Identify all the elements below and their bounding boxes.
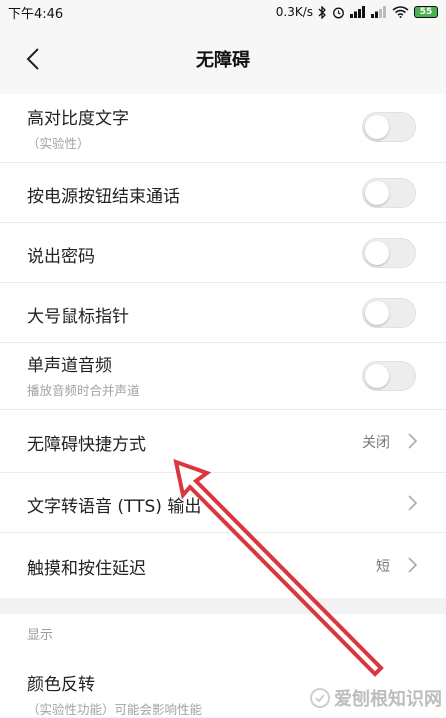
signal-icon <box>350 6 365 18</box>
speak-passwords-toggle[interactable] <box>362 238 416 268</box>
section-header-display: 显示 <box>0 614 446 652</box>
page-title: 无障碍 <box>196 50 250 71</box>
setting-touch-hold-delay[interactable]: 触摸和按住延迟 短 <box>0 533 446 598</box>
setting-speak-passwords[interactable]: 说出密码 <box>0 223 446 283</box>
setting-large-mouse-pointer[interactable]: 大号鼠标指针 <box>0 283 446 343</box>
toggle-knob <box>365 301 389 325</box>
back-button[interactable] <box>18 44 48 74</box>
toggle-knob <box>365 364 389 388</box>
large-pointer-toggle[interactable] <box>362 298 416 328</box>
mono-audio-toggle[interactable] <box>362 361 416 391</box>
bluetooth-icon <box>318 5 326 19</box>
setting-tts-output[interactable]: 文字转语音 (TTS) 输出 <box>0 473 446 533</box>
signal-icon <box>371 6 386 18</box>
chevron-right-icon <box>408 495 418 511</box>
setting-high-contrast-text[interactable]: 高对比度文字 （实验性） <box>0 94 446 163</box>
section-divider <box>0 598 446 614</box>
toggle-knob <box>365 181 389 205</box>
page-header: 无障碍 <box>0 24 446 94</box>
setting-value: 短 <box>376 559 390 575</box>
setting-accessibility-shortcut[interactable]: 无障碍快捷方式 关闭 <box>0 410 446 473</box>
battery-icon: 55 <box>414 6 438 18</box>
wifi-icon <box>392 6 409 18</box>
chevron-right-icon <box>408 433 418 449</box>
toggle-knob <box>365 115 389 139</box>
high-contrast-toggle[interactable] <box>362 112 416 142</box>
net-speed: 0.3K/s <box>275 5 313 19</box>
setting-title: 文字转语音 (TTS) 输出 <box>27 497 202 517</box>
alarm-icon <box>333 7 344 18</box>
watermark-text: 爱刨根知识网 <box>334 689 442 710</box>
watermark: 爱刨根知识网 <box>310 685 442 711</box>
settings-list: 高对比度文字 （实验性） 按电源按钮结束通话 说出密码 大号鼠标指针 单声道音频… <box>0 94 446 598</box>
chevron-left-icon <box>26 48 39 70</box>
chevron-right-icon <box>408 557 418 573</box>
logo-icon <box>310 688 330 708</box>
status-bar: 下午4:46 0.3K/s 55 <box>0 0 446 24</box>
setting-power-button-ends-call[interactable]: 按电源按钮结束通话 <box>0 163 446 223</box>
setting-value: 关闭 <box>362 435 390 451</box>
status-icons: 0.3K/s 55 <box>276 5 438 19</box>
toggle-knob <box>365 241 389 265</box>
power-button-toggle[interactable] <box>362 178 416 208</box>
setting-mono-audio[interactable]: 单声道音频 播放音频时合并声道 <box>0 343 446 410</box>
status-time: 下午4:46 <box>8 6 64 22</box>
